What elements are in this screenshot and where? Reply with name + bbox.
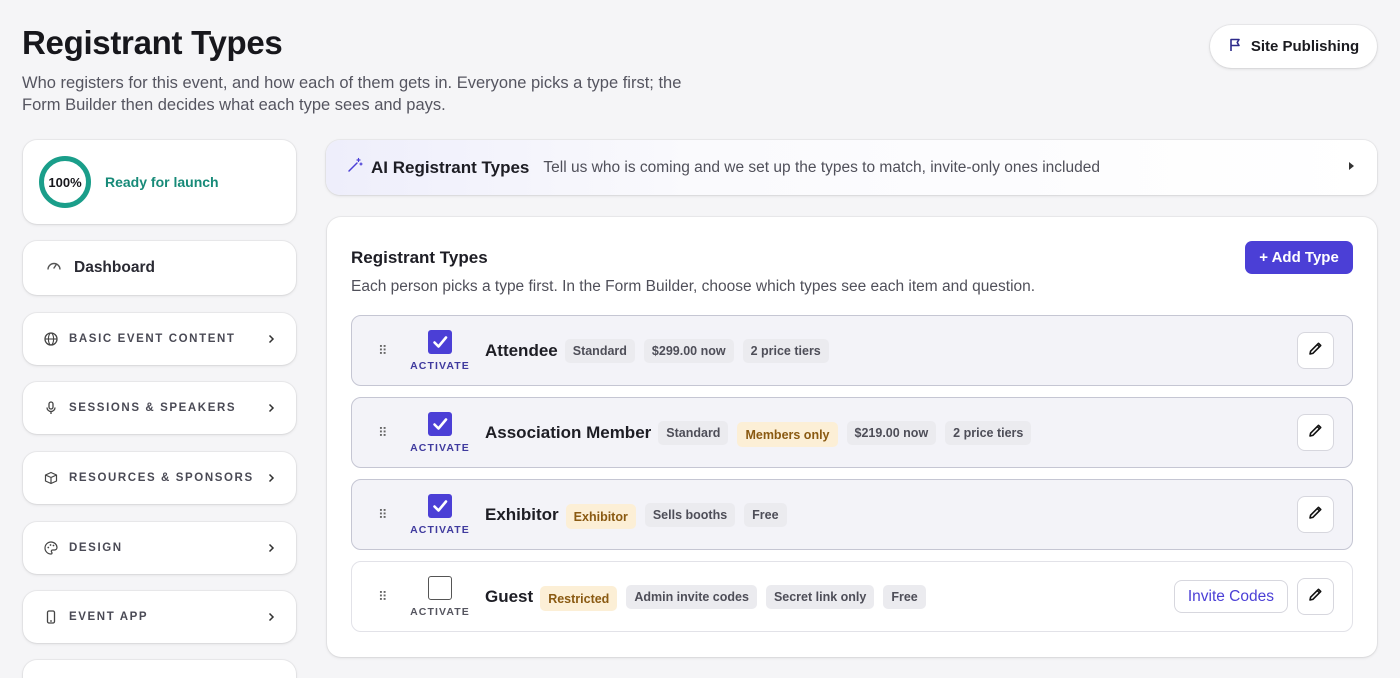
globe-icon bbox=[43, 331, 59, 347]
phone-icon bbox=[43, 609, 59, 625]
launch-status: Ready for launch bbox=[105, 174, 219, 190]
drag-handle-icon[interactable]: ⠿ bbox=[378, 343, 392, 359]
activate-label: ACTIVATE bbox=[410, 441, 470, 454]
checkbox-checked[interactable] bbox=[428, 493, 452, 518]
activate-label: ACTIVATE bbox=[410, 359, 470, 372]
drag-handle-icon[interactable]: ⠿ bbox=[378, 507, 392, 523]
gauge-icon bbox=[46, 258, 62, 279]
pencil-icon bbox=[1308, 423, 1323, 443]
activate-toggle[interactable]: ACTIVATE bbox=[409, 411, 471, 454]
sidebar-item-sessions-speakers[interactable]: SESSIONS & SPEAKERS bbox=[23, 382, 296, 434]
price-badge: $299.00 now bbox=[643, 338, 734, 363]
type-name: Association Member bbox=[485, 422, 652, 442]
sidebar-item-label: BASIC EVENT CONTENT bbox=[69, 333, 236, 345]
ai-description: Tell us who is coming and we set up the … bbox=[543, 158, 1100, 176]
price-badge: Free bbox=[883, 584, 926, 609]
sidebar-item-label: DESIGN bbox=[69, 542, 123, 554]
sidebar-item-label: RESOURCES & SPONSORS bbox=[69, 472, 254, 484]
drag-handle-icon[interactable]: ⠿ bbox=[378, 589, 392, 605]
sidebar-item-design[interactable]: DESIGN bbox=[23, 522, 296, 574]
chevron-right-icon bbox=[266, 400, 276, 416]
sidebar-item-more[interactable] bbox=[23, 660, 296, 678]
chevron-right-icon bbox=[266, 331, 276, 347]
caret-right-icon bbox=[1347, 161, 1355, 174]
microphone-icon bbox=[43, 400, 59, 416]
flag-icon bbox=[1228, 38, 1242, 56]
magic-wand-icon bbox=[347, 157, 363, 178]
edit-button[interactable] bbox=[1297, 578, 1334, 615]
dashboard-link[interactable]: Dashboard bbox=[23, 241, 296, 295]
tiers-badge: 2 price tiers bbox=[945, 420, 1032, 445]
type-row-guest: ⠿ ACTIVATE Guest Restricted Admin invite… bbox=[351, 561, 1353, 632]
sidebar-item-basic-event-content[interactable]: BASIC EVENT CONTENT bbox=[23, 313, 296, 365]
page-subtitle: Who registers for this event, and how ea… bbox=[22, 74, 682, 114]
feature-badge: Admin invite codes bbox=[626, 584, 757, 609]
chevron-right-icon bbox=[266, 470, 276, 486]
edit-button[interactable] bbox=[1297, 496, 1334, 533]
pencil-icon bbox=[1308, 587, 1323, 607]
category-badge: Standard bbox=[658, 420, 729, 445]
panel-title: Registrant Types bbox=[351, 248, 488, 267]
sidebar-item-label: SESSIONS & SPEAKERS bbox=[69, 402, 237, 414]
launch-progress-card: 100% Ready for launch bbox=[23, 140, 296, 224]
edit-button[interactable] bbox=[1297, 414, 1334, 451]
type-row-attendee: ⠿ ACTIVATE Attendee Standard $299.00 now… bbox=[351, 315, 1353, 386]
type-name: Attendee bbox=[485, 340, 558, 360]
type-name: Exhibitor bbox=[485, 504, 559, 524]
drag-handle-icon[interactable]: ⠿ bbox=[378, 425, 392, 441]
price-badge: Free bbox=[744, 502, 787, 527]
activate-label: ACTIVATE bbox=[410, 523, 470, 536]
activate-label: ACTIVATE bbox=[410, 605, 470, 618]
feature-badge: Sells booths bbox=[644, 502, 736, 527]
activate-toggle[interactable]: ACTIVATE bbox=[409, 575, 471, 618]
dashboard-label: Dashboard bbox=[74, 259, 155, 276]
progress-ring: 100% bbox=[39, 156, 91, 208]
edit-button[interactable] bbox=[1297, 332, 1334, 369]
add-type-button[interactable]: + Add Type bbox=[1245, 241, 1353, 274]
chevron-right-icon bbox=[266, 540, 276, 556]
checkbox-checked[interactable] bbox=[428, 411, 452, 436]
site-publishing-button[interactable]: Site Publishing bbox=[1210, 25, 1377, 68]
pencil-icon bbox=[1308, 341, 1323, 361]
ai-title: AI Registrant Types bbox=[371, 157, 530, 177]
activate-toggle[interactable]: ACTIVATE bbox=[409, 329, 471, 372]
activate-toggle[interactable]: ACTIVATE bbox=[409, 493, 471, 536]
sidebar-item-label: EVENT APP bbox=[69, 611, 149, 623]
type-name: Guest bbox=[485, 586, 534, 606]
registrant-types-panel: Registrant Types Each person picks a typ… bbox=[327, 217, 1377, 657]
type-row-association-member: ⠿ ACTIVATE Association Member Standard M… bbox=[351, 397, 1353, 468]
ai-registrant-types-bar[interactable]: AI Registrant Types Tell us who is comin… bbox=[326, 140, 1377, 195]
box-icon bbox=[43, 470, 59, 486]
panel-description: Each person picks a type first. In the F… bbox=[351, 278, 1036, 295]
page-title: Registrant Types bbox=[22, 24, 283, 61]
checkbox-unchecked[interactable] bbox=[428, 575, 452, 600]
sidebar-item-event-app[interactable]: EVENT APP bbox=[23, 591, 296, 643]
price-badge: $219.00 now bbox=[846, 420, 937, 445]
site-publishing-label: Site Publishing bbox=[1250, 38, 1360, 55]
access-badge: Members only bbox=[737, 422, 838, 447]
access-badge: Restricted bbox=[540, 586, 618, 611]
pencil-icon bbox=[1308, 505, 1323, 525]
checkbox-checked[interactable] bbox=[428, 329, 452, 354]
type-row-exhibitor: ⠿ ACTIVATE Exhibitor Exhibitor Sells boo… bbox=[351, 479, 1353, 550]
category-badge: Standard bbox=[564, 338, 635, 363]
chevron-right-icon bbox=[266, 609, 276, 625]
feature-badge: Secret link only bbox=[765, 584, 875, 609]
tiers-badge: 2 price tiers bbox=[742, 338, 829, 363]
sidebar-item-resources-sponsors[interactable]: RESOURCES & SPONSORS bbox=[23, 452, 296, 504]
palette-icon bbox=[43, 540, 59, 556]
category-badge: Exhibitor bbox=[565, 504, 636, 529]
invite-codes-button[interactable]: Invite Codes bbox=[1173, 580, 1288, 613]
